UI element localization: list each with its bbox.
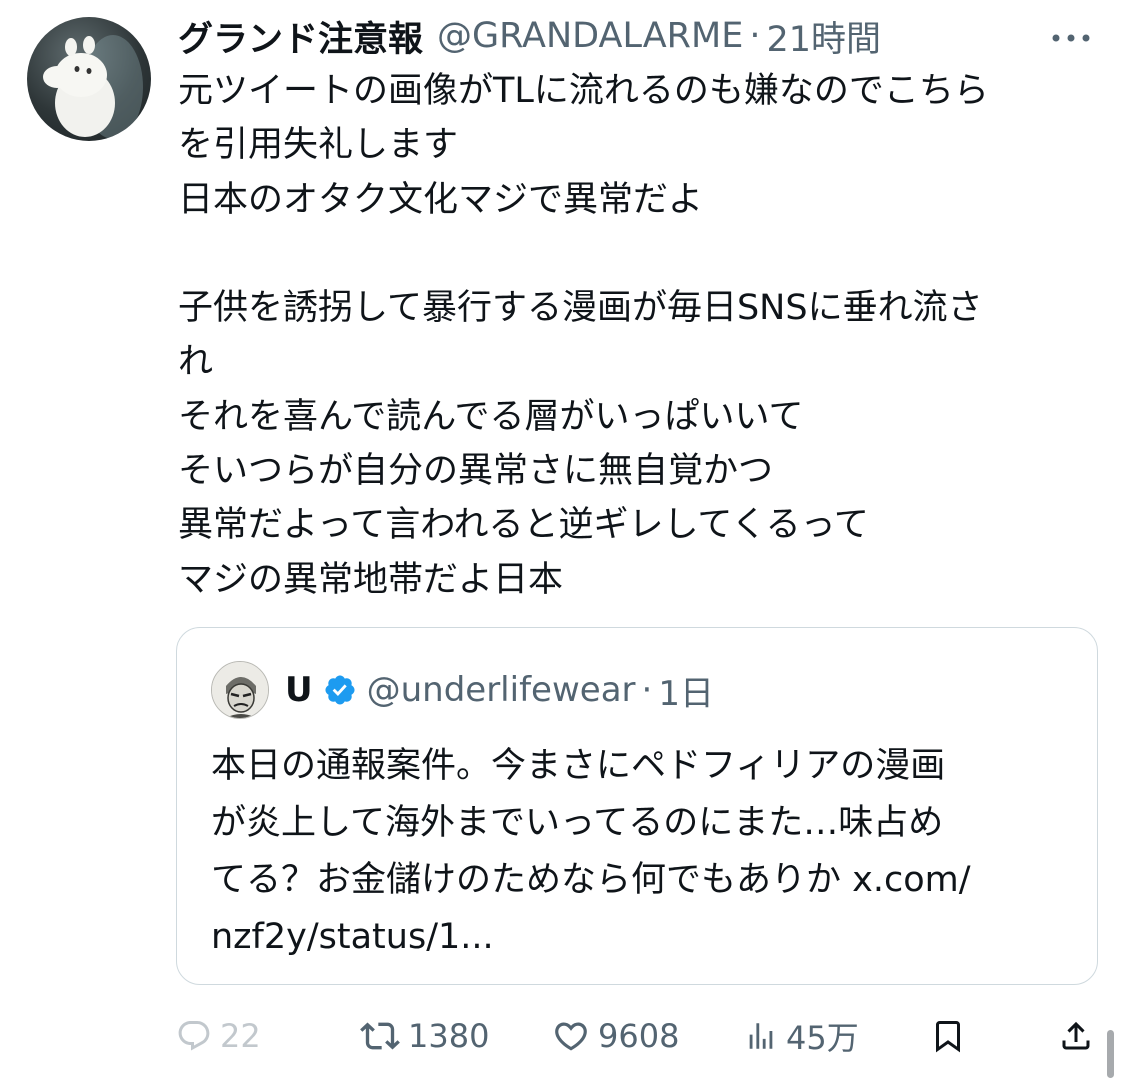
- quoted-tweet-card[interactable]: U @underlifewear · 1日 本日の通報案件。今まさにペドフィリア…: [176, 627, 1098, 985]
- tweet-text: 元ツイートの画像がTLに流れるのも嫌なのでこちら を引用失礼します 日本のオタク…: [178, 71, 989, 600]
- quoted-author-display-name: U: [285, 670, 313, 710]
- quoted-tweet-header: U @underlifewear · 1日: [211, 660, 714, 720]
- tweet: グランド注意報 @GRANDALARME · 21時間 元ツイートの画像がTLに…: [0, 0, 1125, 1085]
- reply-button[interactable]: 22: [176, 1008, 261, 1064]
- quoted-author-avatar: [211, 661, 269, 719]
- quoted-author-handle: @underlifewear: [366, 670, 636, 710]
- scrollbar[interactable]: [1107, 1030, 1114, 1078]
- reply-icon: [176, 1018, 212, 1054]
- bookmark-button[interactable]: [930, 1008, 966, 1064]
- reply-count: 22: [220, 1017, 261, 1055]
- tweet-header: グランド注意報 @GRANDALARME · 21時間: [178, 10, 881, 62]
- author-avatar[interactable]: [27, 17, 151, 141]
- retweet-count: 1380: [408, 1017, 490, 1055]
- bookmark-icon: [930, 1016, 966, 1056]
- quoted-tweet-text: 本日の通報案件。今まさにペドフィリアの漫画 が炎上して海外までいってるのにまた……: [211, 746, 971, 957]
- like-count: 9608: [598, 1017, 680, 1055]
- verified-icon: [323, 673, 357, 707]
- action-bar: 22 1380 9608 45万: [0, 1008, 1125, 1064]
- share-button[interactable]: [1058, 1008, 1094, 1064]
- views-icon: [744, 1018, 778, 1054]
- retweet-icon: [360, 1016, 400, 1056]
- more-icon[interactable]: [1048, 18, 1094, 58]
- like-button[interactable]: 9608: [552, 1008, 679, 1064]
- share-icon: [1058, 1016, 1094, 1056]
- tweet-timestamp[interactable]: 21時間: [766, 11, 881, 62]
- author-display-name[interactable]: グランド注意報: [178, 11, 423, 62]
- like-icon: [552, 1017, 590, 1055]
- separator-dot: ·: [641, 670, 653, 710]
- views-count: 45万: [786, 1019, 859, 1057]
- quoted-tweet-timestamp: 1日: [658, 673, 714, 714]
- separator-dot: ·: [749, 16, 761, 56]
- author-handle[interactable]: @GRANDALARME: [437, 16, 743, 56]
- retweet-button[interactable]: 1380: [360, 1008, 489, 1064]
- views-button[interactable]: 45万: [744, 1008, 859, 1064]
